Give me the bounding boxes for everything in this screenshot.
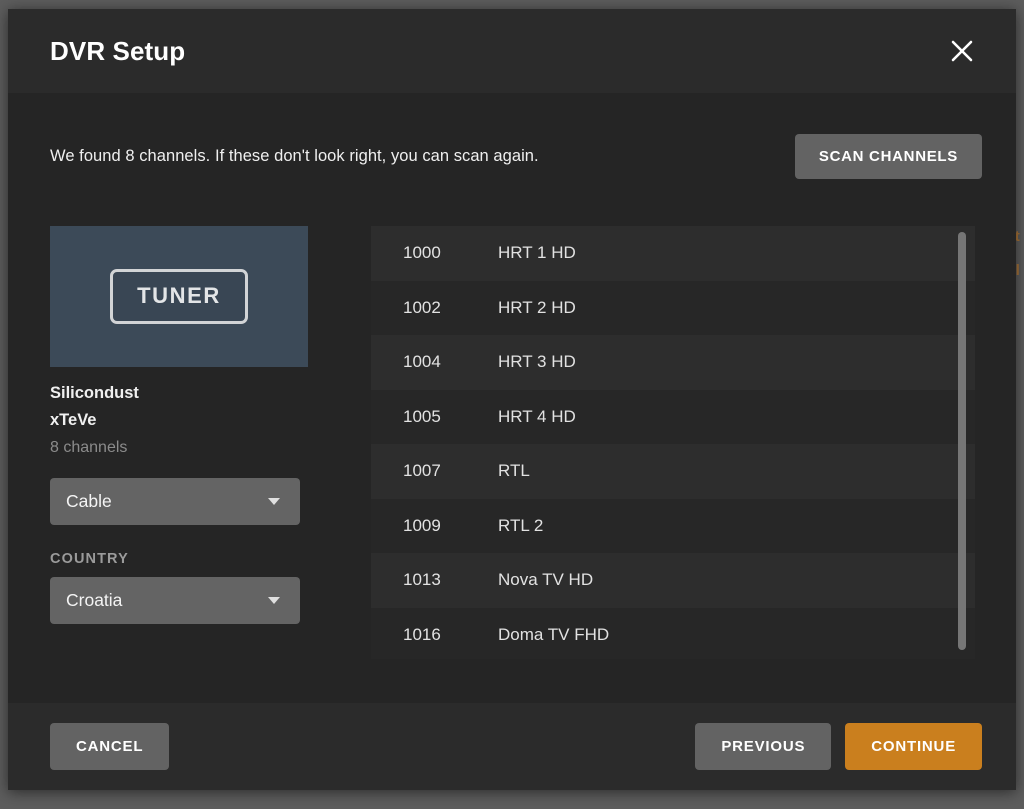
page-title: DVR Setup — [50, 35, 186, 66]
channel-list-column: 1000 HRT 1 HD 1002 HRT 2 HD 1004 HRT 3 HD 1005… — [371, 226, 982, 659]
chevron-down-icon — [268, 498, 280, 505]
channel-row[interactable]: 1005 HRT 4 HD — [371, 389, 975, 444]
country-select[interactable]: Croatia — [50, 577, 300, 624]
channel-list-scrollbar[interactable] — [958, 232, 966, 650]
source-type-select[interactable]: Cable — [50, 478, 300, 525]
channel-name: HRT 3 HD — [498, 352, 576, 372]
channel-row[interactable]: 1002 HRT 2 HD — [371, 280, 975, 335]
country-label: COUNTRY — [50, 551, 129, 567]
channel-name: RTL — [498, 461, 530, 481]
device-model: xTeVe — [50, 411, 97, 429]
channel-row[interactable]: 1009 RTL 2 — [371, 498, 975, 553]
channel-row[interactable]: 1004 HRT 3 HD — [371, 335, 975, 390]
channel-name: Nova TV HD — [498, 570, 594, 590]
chevron-down-icon — [268, 597, 280, 604]
channel-number: 1005 — [403, 406, 441, 426]
channel-list[interactable]: 1000 HRT 1 HD 1002 HRT 2 HD 1004 HRT 3 HD 1005… — [371, 226, 975, 659]
tuner-image-label: TUNER — [110, 269, 248, 324]
device-brand: Silicondust — [50, 384, 139, 402]
channel-number: 1004 — [403, 352, 441, 372]
channel-row[interactable]: 1000 HRT 1 HD — [371, 226, 975, 281]
dialog-header: DVR Setup — [8, 9, 1016, 93]
channel-number: 1009 — [403, 515, 441, 535]
channel-number: 1013 — [403, 570, 441, 590]
dialog-body: We found 8 channels. If these don't look… — [8, 93, 1016, 703]
country-value: Croatia — [66, 590, 123, 610]
cancel-button[interactable]: CANCEL — [50, 723, 170, 770]
channel-number: 1016 — [403, 624, 441, 644]
intro-row: We found 8 channels. If these don't look… — [50, 93, 982, 179]
channel-row[interactable]: 1016 Doma TV FHD — [371, 607, 975, 659]
dvr-setup-dialog: DVR Setup We found 8 channels. If these … — [8, 9, 1016, 790]
source-type-value: Cable — [66, 491, 112, 511]
channel-number: 1002 — [403, 297, 441, 317]
continue-button[interactable]: CONTINUE — [845, 723, 982, 770]
device-column: TUNER Silicondust xTeVe 8 channels Cable… — [50, 226, 308, 659]
dialog-footer: CANCEL PREVIOUS CONTINUE — [8, 703, 1016, 790]
channel-row[interactable]: 1007 RTL — [371, 444, 975, 499]
page-root: st el DVR Setup We found 8 channels. If … — [0, 0, 1024, 809]
previous-button[interactable]: PREVIOUS — [695, 723, 832, 770]
channel-name: HRT 1 HD — [498, 243, 576, 263]
tuner-image: TUNER — [50, 226, 308, 367]
channel-number: 1007 — [403, 461, 441, 481]
channel-number: 1000 — [403, 243, 441, 263]
channel-name: Doma TV FHD — [498, 624, 610, 644]
device-channel-count: 8 channels — [50, 439, 128, 456]
channel-row[interactable]: 1013 Nova TV HD — [371, 553, 975, 608]
intro-text: We found 8 channels. If these don't look… — [50, 147, 539, 165]
channel-name: RTL 2 — [498, 515, 544, 535]
close-icon[interactable] — [942, 31, 982, 71]
scan-channels-button[interactable]: SCAN CHANNELS — [794, 134, 982, 179]
channel-name: HRT 4 HD — [498, 406, 576, 426]
channel-name: HRT 2 HD — [498, 297, 576, 317]
content-columns: TUNER Silicondust xTeVe 8 channels Cable… — [50, 226, 982, 659]
